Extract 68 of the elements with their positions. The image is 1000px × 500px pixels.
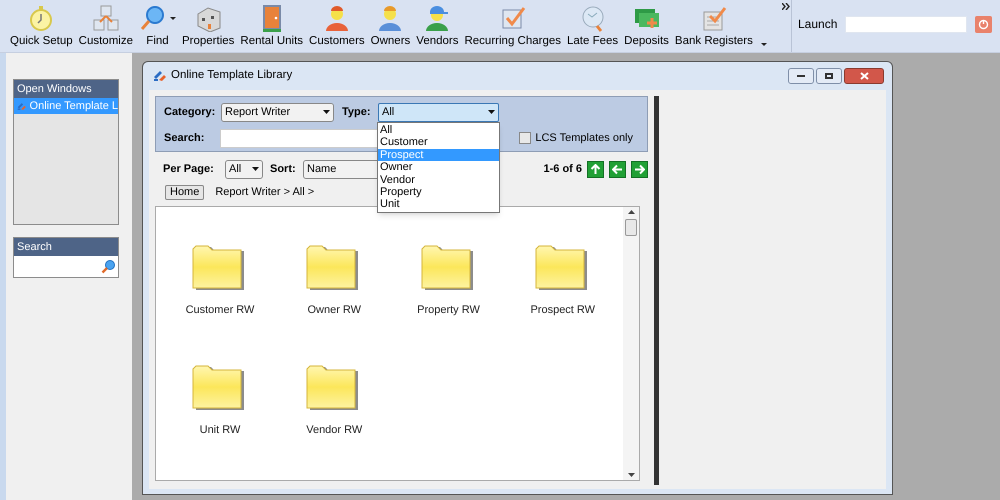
toolbar-button[interactable]: Owners: [368, 0, 412, 48]
breadcrumb: Report Writer > All >: [215, 184, 314, 200]
caret-icon: [323, 110, 330, 114]
search-label: Search:: [164, 130, 206, 146]
up-button[interactable]: [587, 160, 604, 178]
toolbar-button[interactable]: Bank Registers: [672, 0, 755, 48]
search-field[interactable]: [220, 128, 380, 148]
sort-label: Sort:: [270, 162, 297, 177]
search-icon: [101, 259, 116, 274]
toolbar-button[interactable]: Customers: [307, 0, 367, 48]
left-arrow-icon: [612, 164, 623, 174]
category-dropdown[interactable]: Report Writer: [221, 102, 334, 122]
home-button[interactable]: Home: [165, 184, 204, 200]
caret-icon: [252, 167, 259, 171]
toolbar-button[interactable]: Deposits: [622, 0, 671, 48]
folder-label: Customer RW: [186, 303, 254, 318]
close-button[interactable]: [844, 68, 884, 84]
overflow-chevron-icon[interactable]: [782, 3, 790, 10]
per-page-label: Per Page:: [163, 162, 215, 177]
maximize-button[interactable]: [816, 68, 842, 84]
type-label: Type:: [342, 104, 372, 120]
toolbar-button[interactable]: Find: [136, 0, 178, 48]
up-arrow-icon: [590, 164, 601, 174]
scroll-thumb[interactable]: [625, 219, 637, 236]
folder-label: Owner RW: [307, 303, 362, 318]
close-icon: [860, 72, 868, 80]
type-option[interactable]: Unit: [378, 198, 499, 211]
type-option[interactable]: Property: [378, 186, 499, 198]
type-dropdown[interactable]: All: [378, 102, 499, 122]
folder-label: Prospect RW: [530, 303, 596, 318]
search-field[interactable]: [14, 256, 118, 277]
type-option[interactable]: Customer: [378, 136, 499, 149]
checkbox-label: LCS Templates only: [535, 130, 633, 146]
page-count: 1-6 of 6: [543, 162, 582, 177]
category-label: Category:: [164, 104, 216, 120]
app-logo-icon: [153, 70, 167, 82]
toolbar-button[interactable]: Late Fees: [565, 0, 620, 48]
launch-label: Launch: [798, 16, 838, 33]
per-page-dropdown[interactable]: All: [225, 160, 263, 178]
app-logo-icon: [17, 100, 27, 112]
caret-icon[interactable]: [760, 43, 767, 46]
power-icon: [978, 18, 990, 30]
right-arrow-icon: [634, 164, 645, 174]
checkbox[interactable]: [519, 132, 532, 144]
caret-icon: [488, 110, 495, 114]
type-option[interactable]: All: [378, 124, 499, 136]
folder-label: Property RW: [417, 303, 480, 318]
toolbar-button[interactable]: Customize: [76, 0, 135, 48]
back-button[interactable]: [609, 160, 626, 178]
launch-field[interactable]: [845, 16, 968, 32]
scroll-up-icon[interactable]: [628, 210, 634, 214]
scroll-down-icon[interactable]: [628, 473, 634, 477]
toolbar-button[interactable]: Properties: [180, 0, 236, 48]
toolbar-button[interactable]: Recurring Charges: [462, 0, 563, 48]
toolbar-button[interactable]: Quick Setup: [8, 0, 75, 48]
launch-button[interactable]: [975, 16, 992, 32]
blocks-icon: [92, 4, 120, 32]
toolbar-button[interactable]: Rental Units: [238, 0, 306, 48]
panel-header: Open Windows: [14, 80, 118, 98]
folder-label: Vendor RW: [306, 422, 362, 438]
panel-header: Search: [14, 238, 118, 256]
folder-label: Unit RW: [200, 422, 240, 438]
forward-button[interactable]: [631, 160, 648, 178]
minimize-button[interactable]: [788, 68, 814, 84]
magnifier-icon: [138, 4, 167, 32]
scrollbar[interactable]: [623, 207, 639, 480]
window-title: Online Template Library: [171, 68, 292, 84]
toolbar-button[interactable]: Vendors: [414, 0, 460, 48]
